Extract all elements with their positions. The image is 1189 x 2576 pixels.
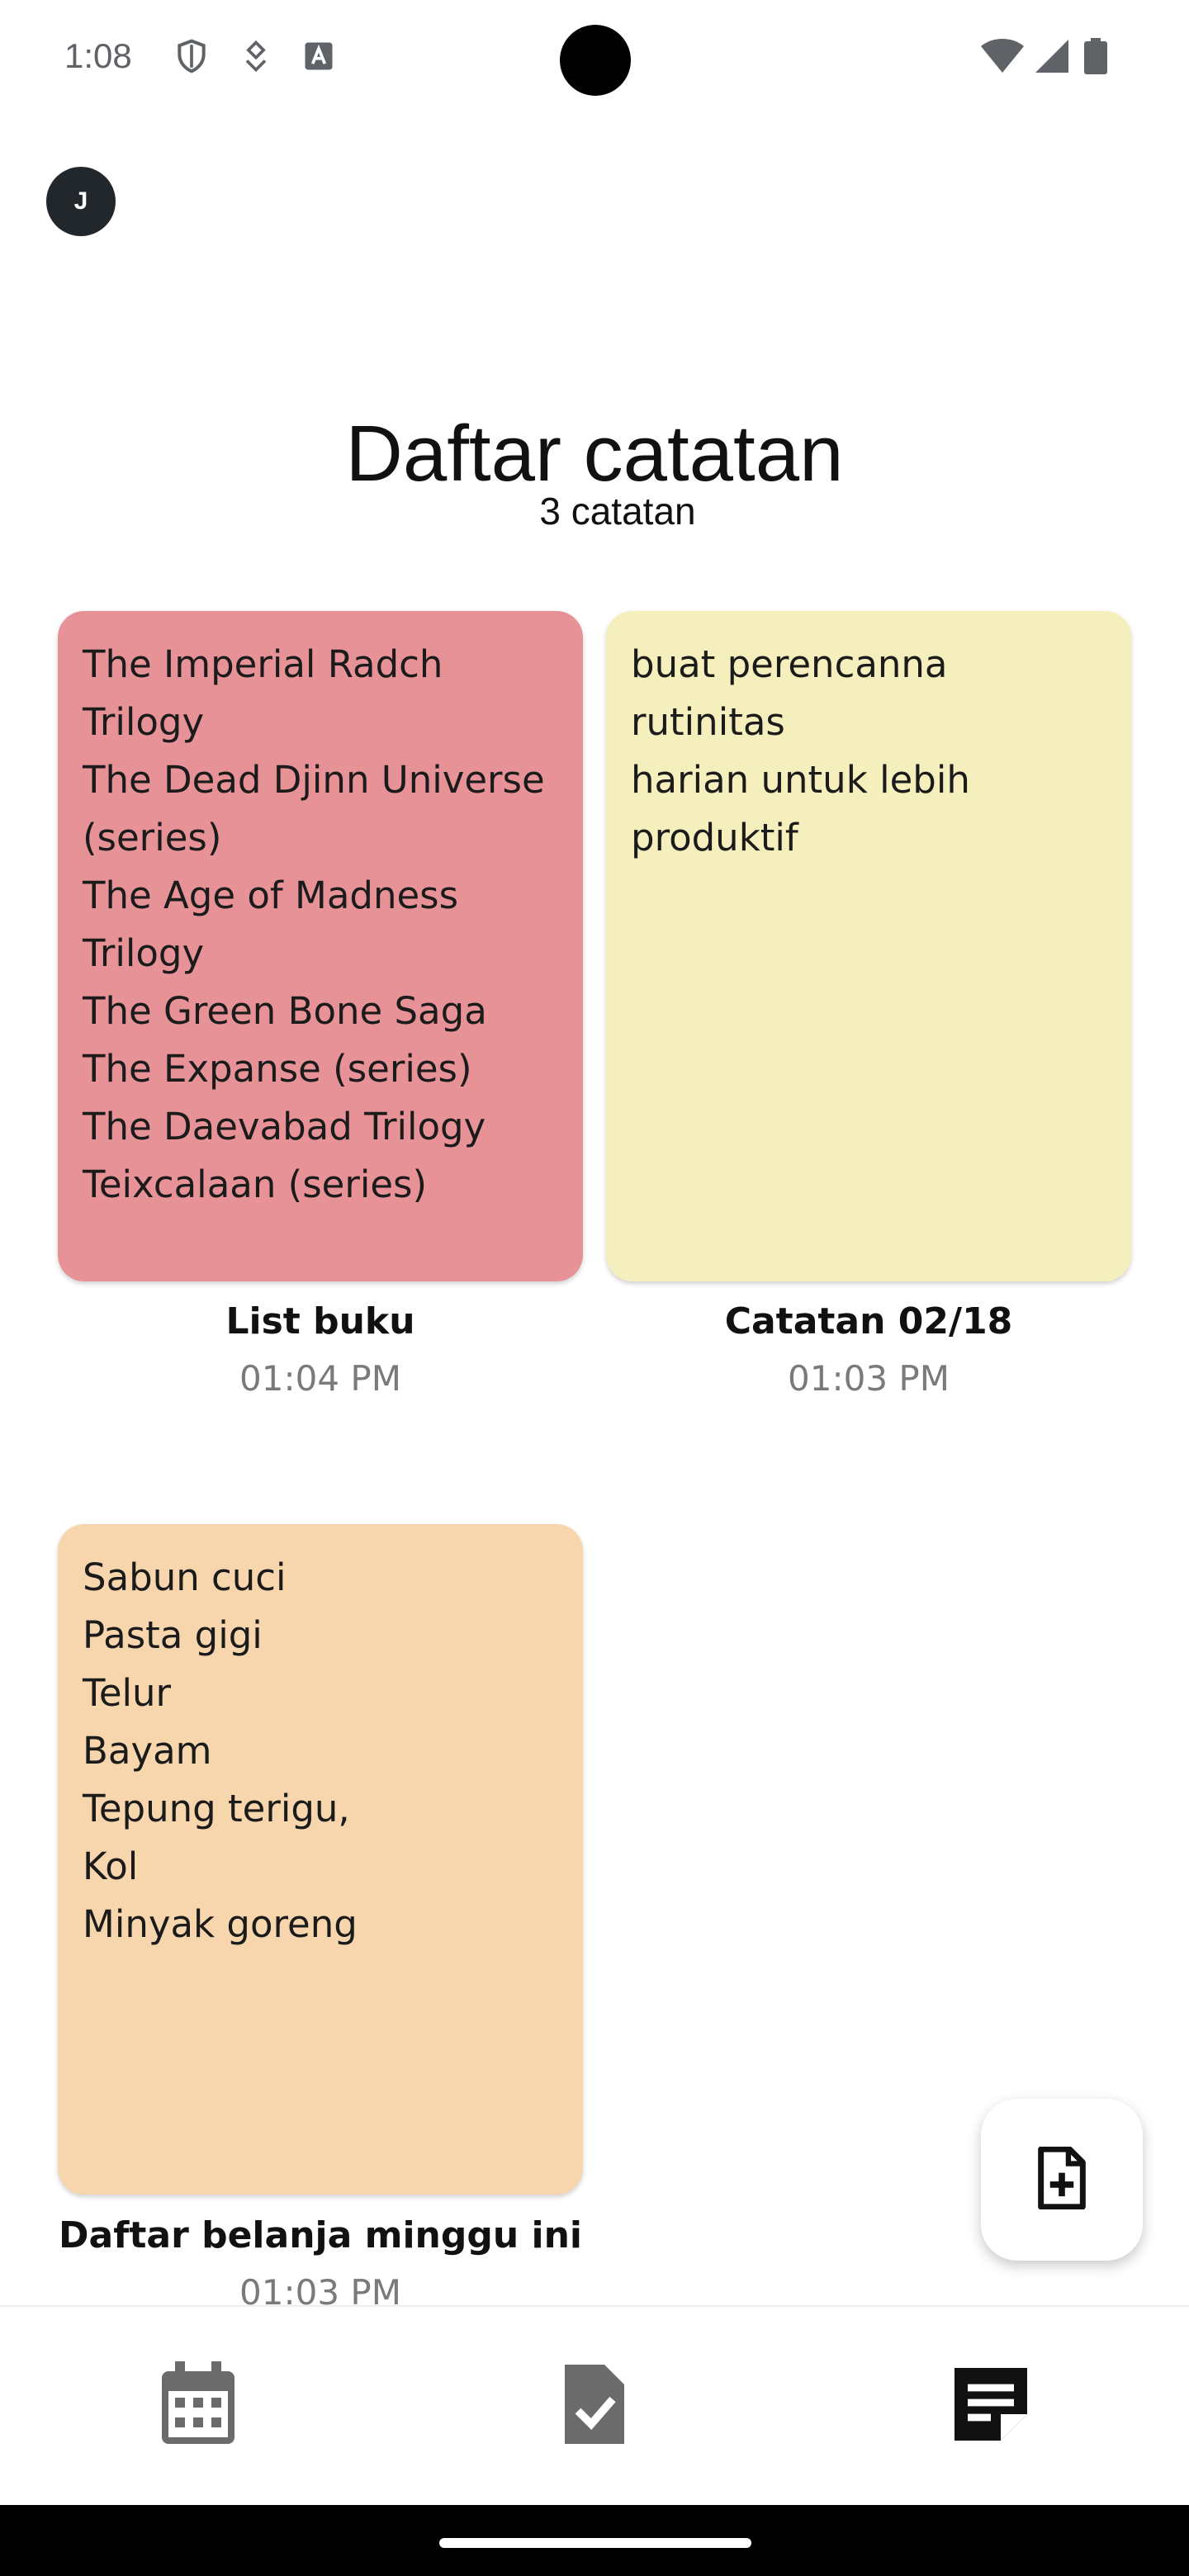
- nav-calendar[interactable]: [149, 2356, 248, 2455]
- shield-icon: [173, 38, 210, 74]
- gesture-handle[interactable]: [439, 2538, 751, 2548]
- page-title: Daftar catatan: [345, 410, 844, 498]
- add-note-button[interactable]: [981, 2099, 1143, 2261]
- note-count: 3 catatan: [539, 490, 696, 533]
- vpn-key-icon: [238, 38, 274, 74]
- note-card-daftar-belanja[interactable]: Sabun cuci Pasta gigi Telur Bayam Tepung…: [58, 1524, 583, 2195]
- avatar[interactable]: J: [46, 167, 116, 236]
- wifi-icon: [979, 38, 1026, 74]
- note-body: buat perencanna rutinitas harian untuk l…: [631, 642, 970, 859]
- note-body: The Imperial Radch Trilogy The Dead Djin…: [83, 642, 545, 1206]
- note-title: Daftar belanja minggu ini: [58, 2214, 582, 2256]
- task-check-icon: [560, 2361, 629, 2451]
- avatar-initial: J: [73, 187, 88, 215]
- note-card-catatan[interactable]: buat perencanna rutinitas harian untuk l…: [606, 611, 1131, 1281]
- battery-icon: [1083, 38, 1108, 74]
- add-note-icon: [1035, 2146, 1088, 2213]
- front-camera: [560, 25, 631, 96]
- cellular-signal-icon: [1032, 38, 1072, 74]
- note-body: Sabun cuci Pasta gigi Telur Bayam Tepung…: [83, 1556, 358, 1946]
- status-time: 1:08: [64, 36, 132, 75]
- notes-icon: [951, 2365, 1030, 2447]
- system-gesture-bar: [0, 2505, 1189, 2576]
- note-time: 01:03 PM: [788, 1358, 950, 1399]
- calendar-icon: [159, 2361, 238, 2451]
- font-a-icon: [301, 38, 337, 74]
- note-title: Catatan 02/18: [724, 1300, 1013, 1342]
- note-time: 01:04 PM: [239, 1358, 401, 1399]
- bottom-navigation: [0, 2305, 1189, 2507]
- note-title: List buku: [225, 1300, 415, 1342]
- nav-tasks[interactable]: [545, 2356, 644, 2455]
- status-bar: 1:08: [0, 0, 1189, 116]
- note-card-list-buku[interactable]: The Imperial Radch Trilogy The Dead Djin…: [58, 611, 583, 1281]
- nav-notes[interactable]: [941, 2356, 1040, 2455]
